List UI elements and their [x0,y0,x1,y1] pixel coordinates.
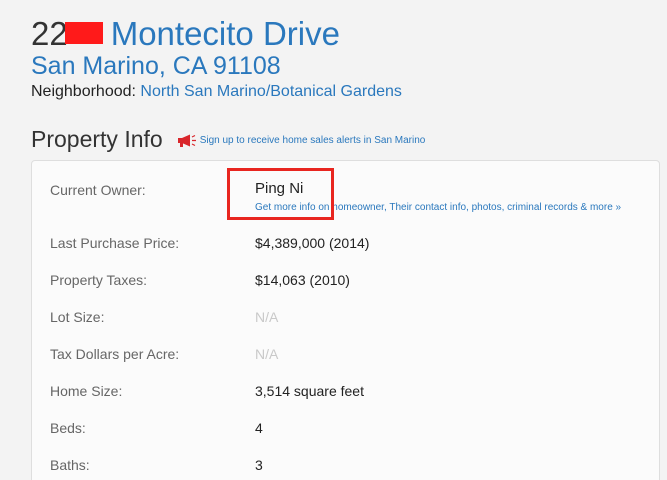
row-property-taxes: Property Taxes: [50,271,147,289]
row-value: 3 [255,457,263,473]
neighborhood-label: Neighborhood: [31,83,136,100]
row-label: Tax Dollars per Acre: [50,346,180,362]
row-label: Home Size: [50,383,123,399]
row-label: Last Purchase Price: [50,235,180,251]
address-header: 22 Montecito Drive San Marino, CA 91108 N… [31,14,402,104]
row-label: Lot Size: [50,309,105,325]
row-value: $4,389,000 (2014) [255,235,370,251]
row-label: Baths: [50,457,90,473]
row-beds: Beds: [50,419,86,437]
row-value: 4 [255,420,263,436]
redaction-mark [64,22,103,44]
row-home-size: Home Size: [50,382,122,400]
owner-label: Current Owner: [50,182,146,198]
row-baths: Baths: [50,456,90,474]
city-state-zip[interactable]: San Marino, CA 91108 [31,52,402,80]
row-label: Property Taxes: [50,272,148,288]
street-name[interactable]: Montecito Drive [111,15,340,52]
owner-highlight-box [227,168,334,220]
sales-alert-link[interactable]: Sign up to receive home sales alerts in … [177,134,426,147]
row-lot-size: Lot Size: [50,308,104,326]
row-tax-dollars-per-acre: Tax Dollars per Acre: [50,345,179,363]
row-last-purchase-price: Last Purchase Price: [50,234,179,252]
house-number: 22 [31,15,68,52]
property-info-card: Current Owner: Ping Ni Get more info on … [31,160,660,480]
neighborhood-link[interactable]: North San Marino/Botanical Gardens [140,83,401,100]
page-title: 22 Montecito Drive [31,14,402,54]
row-label: Beds: [50,420,86,436]
section-title: Property Info [31,126,163,152]
row-value: N/A [255,309,279,325]
neighborhood-line: Neighborhood: North San Marino/Botanical… [31,80,402,104]
megaphone-icon [177,134,196,147]
property-page: 22 Montecito Drive San Marino, CA 91108 N… [0,0,667,480]
row-value: N/A [255,346,279,362]
row-value: $14,063 (2010) [255,272,350,288]
row-value: 3,514 square feet [255,383,364,399]
owner-row: Current Owner: [50,181,146,199]
property-info-header: Property Info Sign up to receive home sa… [31,124,425,154]
sales-alert-text[interactable]: Sign up to receive home sales alerts in … [200,135,426,146]
